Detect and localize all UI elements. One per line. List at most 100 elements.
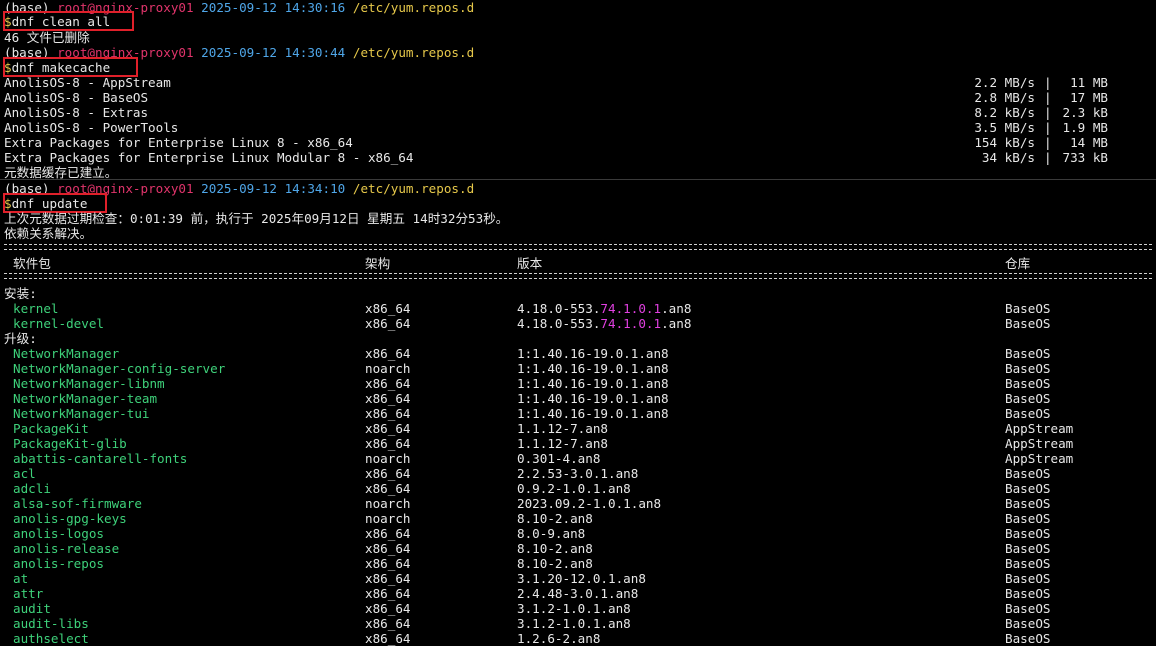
repo-name: Extra Packages for Enterprise Linux Modu… (4, 150, 414, 165)
package-arch: noarch (365, 451, 411, 466)
package-arch: x86_64 (365, 421, 411, 436)
package-repo: BaseOS (1005, 586, 1051, 601)
package-arch: x86_64 (365, 586, 411, 601)
package-repo: BaseOS (1005, 361, 1051, 376)
repo-name: AnolisOS-8 - PowerTools (4, 120, 179, 135)
repo-bar: | (1044, 90, 1052, 105)
package-arch: x86_64 (365, 436, 411, 451)
package-arch: noarch (365, 496, 411, 511)
package-arch: noarch (365, 511, 411, 526)
package-repo: BaseOS (1005, 631, 1051, 646)
package-name: NetworkManager (13, 346, 120, 361)
package-repo: BaseOS (1005, 511, 1051, 526)
package-arch: x86_64 (365, 391, 411, 406)
repo-bar: | (1044, 120, 1052, 135)
divider (0, 179, 1156, 180)
package-version: 0.9.2-1.0.1.an8 (517, 481, 631, 496)
package-arch: x86_64 (365, 301, 411, 316)
package-name: anolis-release (13, 541, 120, 556)
package-name: kernel (13, 301, 59, 316)
package-version: 3.1.2-1.0.1.an8 (517, 601, 631, 616)
repo-size: 17 MB (1062, 90, 1108, 105)
package-arch: noarch (365, 361, 411, 376)
package-version: 4.18.0-553.74.1.0.1.an8 (517, 301, 691, 316)
output-line: 依赖关系解决。 (4, 226, 93, 241)
version-part: 4.18.0-553. (517, 316, 601, 331)
repo-speed: 154 kB/s (974, 135, 1035, 150)
version-part: 74.1.0.1 (600, 301, 662, 316)
package-name: attr (13, 586, 44, 601)
package-name: audit (13, 601, 51, 616)
repo-bar: | (1044, 75, 1052, 90)
repo-size: 733 kB (1062, 150, 1109, 165)
package-name: NetworkManager-tui (13, 406, 150, 421)
repo-size: 2.3 kB (1062, 105, 1109, 120)
package-version: 8.0-9.an8 (517, 526, 586, 541)
package-repo: BaseOS (1005, 346, 1051, 361)
repo-size: 14 MB (1062, 135, 1108, 150)
package-repo: BaseOS (1005, 541, 1051, 556)
package-version: 3.1.20-12.0.1.an8 (517, 571, 646, 586)
package-arch: x86_64 (365, 631, 411, 646)
package-repo: BaseOS (1005, 526, 1051, 541)
package-name: NetworkManager-team (13, 391, 158, 406)
package-arch: x86_64 (365, 406, 411, 421)
repo-name: Extra Packages for Enterprise Linux 8 - … (4, 135, 353, 150)
version-part: .an8 (661, 316, 692, 331)
package-version: 1:1.40.16-19.0.1.an8 (517, 346, 669, 361)
package-repo: BaseOS (1005, 301, 1051, 316)
package-repo: BaseOS (1005, 601, 1051, 616)
header-arch: 架构 (365, 256, 391, 271)
package-arch: x86_64 (365, 556, 411, 571)
repo-name: AnolisOS-8 - BaseOS (4, 90, 149, 105)
package-repo: BaseOS (1005, 466, 1051, 481)
package-name: abattis-cantarell-fonts (13, 451, 188, 466)
package-arch: x86_64 (365, 376, 411, 391)
package-repo: BaseOS (1005, 391, 1051, 406)
package-version: 3.1.2-1.0.1.an8 (517, 616, 631, 631)
package-arch: x86_64 (365, 601, 411, 616)
version-part: 74.1.0.1 (600, 316, 662, 331)
package-repo: BaseOS (1005, 376, 1051, 391)
package-arch: x86_64 (365, 616, 411, 631)
package-name: PackageKit-glib (13, 436, 127, 451)
terminal-window[interactable]: (base) root@nginx-proxy01 2025-09-12 14:… (0, 0, 1156, 646)
repo-name: AnolisOS-8 - Extras (4, 105, 149, 120)
section-install: 安装: (4, 286, 37, 301)
package-version: 1.1.12-7.an8 (517, 436, 608, 451)
package-name: audit-libs (13, 616, 89, 631)
package-repo: BaseOS (1005, 496, 1051, 511)
version-part: 4.18.0-553. (517, 301, 601, 316)
package-version: 2.2.53-3.0.1.an8 (517, 466, 639, 481)
repo-size: 1.9 MB (1062, 120, 1109, 135)
package-version: 1.2.6-2.an8 (517, 631, 601, 646)
package-version: 2023.09.2-1.0.1.an8 (517, 496, 662, 511)
package-repo: AppStream (1005, 436, 1074, 451)
repo-speed: 3.5 MB/s (974, 120, 1035, 135)
package-repo: AppStream (1005, 451, 1074, 466)
package-version: 1:1.40.16-19.0.1.an8 (517, 361, 669, 376)
package-name: PackageKit (13, 421, 89, 436)
package-arch: x86_64 (365, 466, 411, 481)
output-line: 上次元数据过期检查：0:01:39 前，执行于 2025年09月12日 星期五 … (4, 211, 509, 226)
package-repo: BaseOS (1005, 316, 1051, 331)
package-version: 4.18.0-553.74.1.0.1.an8 (517, 316, 691, 331)
repo-speed: 2.8 MB/s (974, 90, 1035, 105)
table-separator (4, 273, 1152, 279)
package-version: 1:1.40.16-19.0.1.an8 (517, 391, 669, 406)
repo-speed: 34 kB/s (974, 150, 1035, 165)
repo-speed: 8.2 kB/s (974, 105, 1035, 120)
package-version: 2.4.48-3.0.1.an8 (517, 586, 639, 601)
package-repo: BaseOS (1005, 616, 1051, 631)
package-arch: x86_64 (365, 541, 411, 556)
package-version: 1:1.40.16-19.0.1.an8 (517, 376, 669, 391)
package-repo: BaseOS (1005, 571, 1051, 586)
package-name: adcli (13, 481, 51, 496)
highlight-box (3, 193, 107, 213)
package-arch: x86_64 (365, 346, 411, 361)
package-arch: x86_64 (365, 316, 411, 331)
highlight-box (3, 57, 138, 77)
package-version: 0.301-4.an8 (517, 451, 601, 466)
package-name: NetworkManager-config-server (13, 361, 226, 376)
package-name: acl (13, 466, 36, 481)
